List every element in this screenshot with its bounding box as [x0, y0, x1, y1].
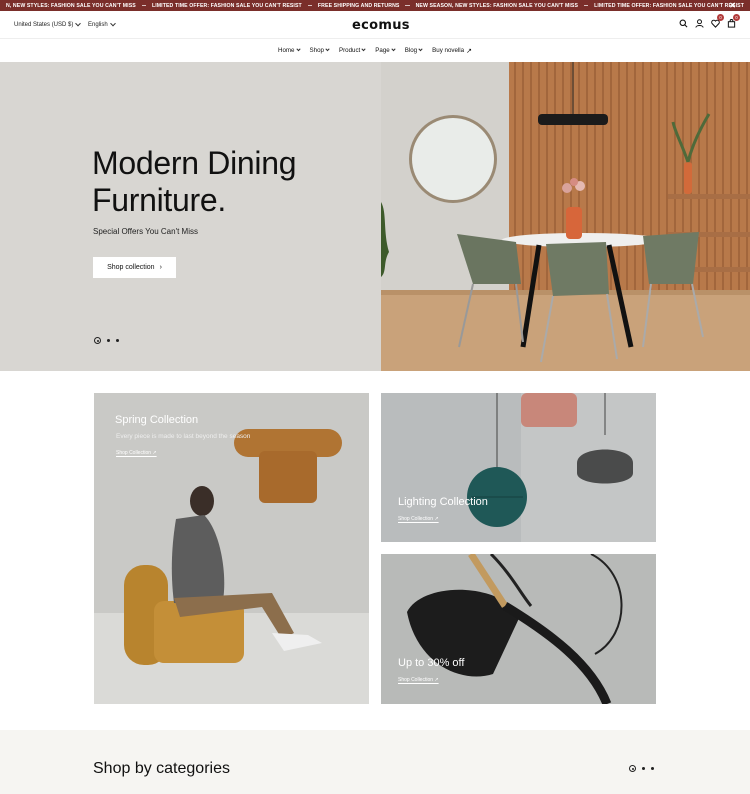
- section-title: Shop by categories: [93, 760, 230, 777]
- chevron-down-icon: [418, 46, 423, 52]
- slide-dot[interactable]: [642, 767, 645, 770]
- currency-label: United States (USD $): [14, 22, 74, 28]
- language-selector[interactable]: English: [88, 20, 116, 28]
- chevron-down-icon: [295, 46, 301, 52]
- currency-selector[interactable]: United States (USD $): [14, 20, 82, 28]
- announcement-separator: [141, 5, 146, 6]
- hero-title: Modern Dining Furniture.: [92, 145, 297, 219]
- announcement-message: NEW SEASON, NEW STYLES: FASHION SALE YOU…: [415, 2, 579, 9]
- nav-item-page[interactable]: Page: [375, 46, 396, 54]
- nav-item-label: Buy novella: [432, 47, 465, 54]
- nav-item-label: Home: [277, 47, 295, 54]
- announcement-bar: N, NEW STYLES: FASHION SALE YOU CAN'T MI…: [0, 0, 750, 11]
- collection-card-sale[interactable]: Up to 30% off Shop Collection ↗: [381, 554, 656, 704]
- chevron-down-icon: [75, 20, 82, 27]
- hero-subtitle: Special Offers You Can't Miss: [93, 227, 198, 236]
- nav-item-label: Blog: [404, 47, 418, 54]
- cart-icon[interactable]: 0: [726, 14, 740, 28]
- chevron-down-icon: [391, 46, 396, 52]
- slide-dot-active[interactable]: [94, 337, 101, 344]
- slide-dot[interactable]: [651, 767, 654, 770]
- chevron-down-icon: [325, 46, 330, 52]
- header-actions: 0 0: [678, 14, 740, 28]
- arrow-up-right-icon: ↗: [466, 47, 472, 55]
- card-title: Spring Collection: [115, 414, 199, 426]
- shop-collection-link[interactable]: Shop Collection ↗: [116, 450, 157, 456]
- nav-item-buy-novella[interactable]: Buy novella ↗: [432, 47, 472, 55]
- chevron-down-icon: [109, 20, 116, 27]
- nav-item-label: Product: [338, 47, 361, 54]
- announcement-message: FREE SHIPPING AND RETURNS: [317, 2, 400, 9]
- slide-dot[interactable]: [116, 339, 119, 342]
- card-description: Every piece is made to last beyond the s…: [116, 433, 251, 440]
- nav-item-product[interactable]: Product: [338, 46, 366, 54]
- hero-slider: Modern Dining Furniture. Special Offers …: [0, 62, 750, 371]
- hero-image: [381, 62, 750, 371]
- hero-title-line: Furniture.: [92, 182, 226, 218]
- announcement-message: LIMITED TIME OFFER: FASHION SALE YOU CAN…: [151, 2, 302, 9]
- chevron-down-icon: [361, 46, 366, 52]
- shop-collection-link[interactable]: Shop Collection ↗: [398, 677, 439, 683]
- announcement-separator: [405, 5, 410, 6]
- main-nav: Home Shop Product Page Blog Buy novella ↗: [0, 39, 750, 62]
- language-label: English: [88, 22, 108, 28]
- button-label: Shop collection: [107, 264, 155, 271]
- card-title: Up to 30% off: [398, 657, 465, 669]
- slide-dot[interactable]: [107, 339, 110, 342]
- shop-collection-button[interactable]: Shop collection ›: [93, 257, 176, 278]
- announcement-separator: [584, 5, 589, 6]
- chevron-right-icon: ›: [159, 264, 162, 271]
- nav-item-label: Page: [375, 47, 390, 54]
- wishlist-icon[interactable]: 0: [710, 14, 724, 28]
- shop-collection-link[interactable]: Shop Collection ↗: [398, 516, 439, 522]
- categories-pagination: [629, 765, 654, 772]
- site-logo[interactable]: ecomus: [352, 18, 410, 33]
- collection-card-spring[interactable]: Spring Collection Every piece is made to…: [94, 393, 369, 704]
- slide-dot-active[interactable]: [629, 765, 636, 772]
- collection-card-lighting[interactable]: Lighting Collection Shop Collection ↗: [381, 393, 656, 542]
- search-icon[interactable]: [678, 18, 688, 28]
- cart-count-badge: 0: [733, 14, 740, 21]
- nav-item-label: Shop: [309, 47, 324, 54]
- nav-item-shop[interactable]: Shop: [309, 46, 330, 54]
- account-icon[interactable]: [694, 18, 704, 28]
- wishlist-count-badge: 0: [717, 14, 724, 21]
- nav-item-blog[interactable]: Blog: [404, 46, 423, 54]
- nav-item-home[interactable]: Home: [277, 46, 301, 54]
- announcement-message: LIMITED TIME OFFER: FASHION SALE YOU CAN…: [594, 2, 744, 9]
- close-icon[interactable]: ✕: [729, 0, 736, 11]
- announcement-separator: [307, 5, 312, 6]
- hero-pagination: [94, 337, 119, 344]
- card-title: Lighting Collection: [398, 496, 488, 508]
- hero-title-line: Modern Dining: [92, 145, 297, 181]
- site-header: United States (USD $) English ecomus 0 0: [0, 11, 750, 39]
- shop-by-categories: Shop by categories: [0, 730, 750, 794]
- announcement-message: N, NEW STYLES: FASHION SALE YOU CAN'T MI…: [6, 2, 136, 9]
